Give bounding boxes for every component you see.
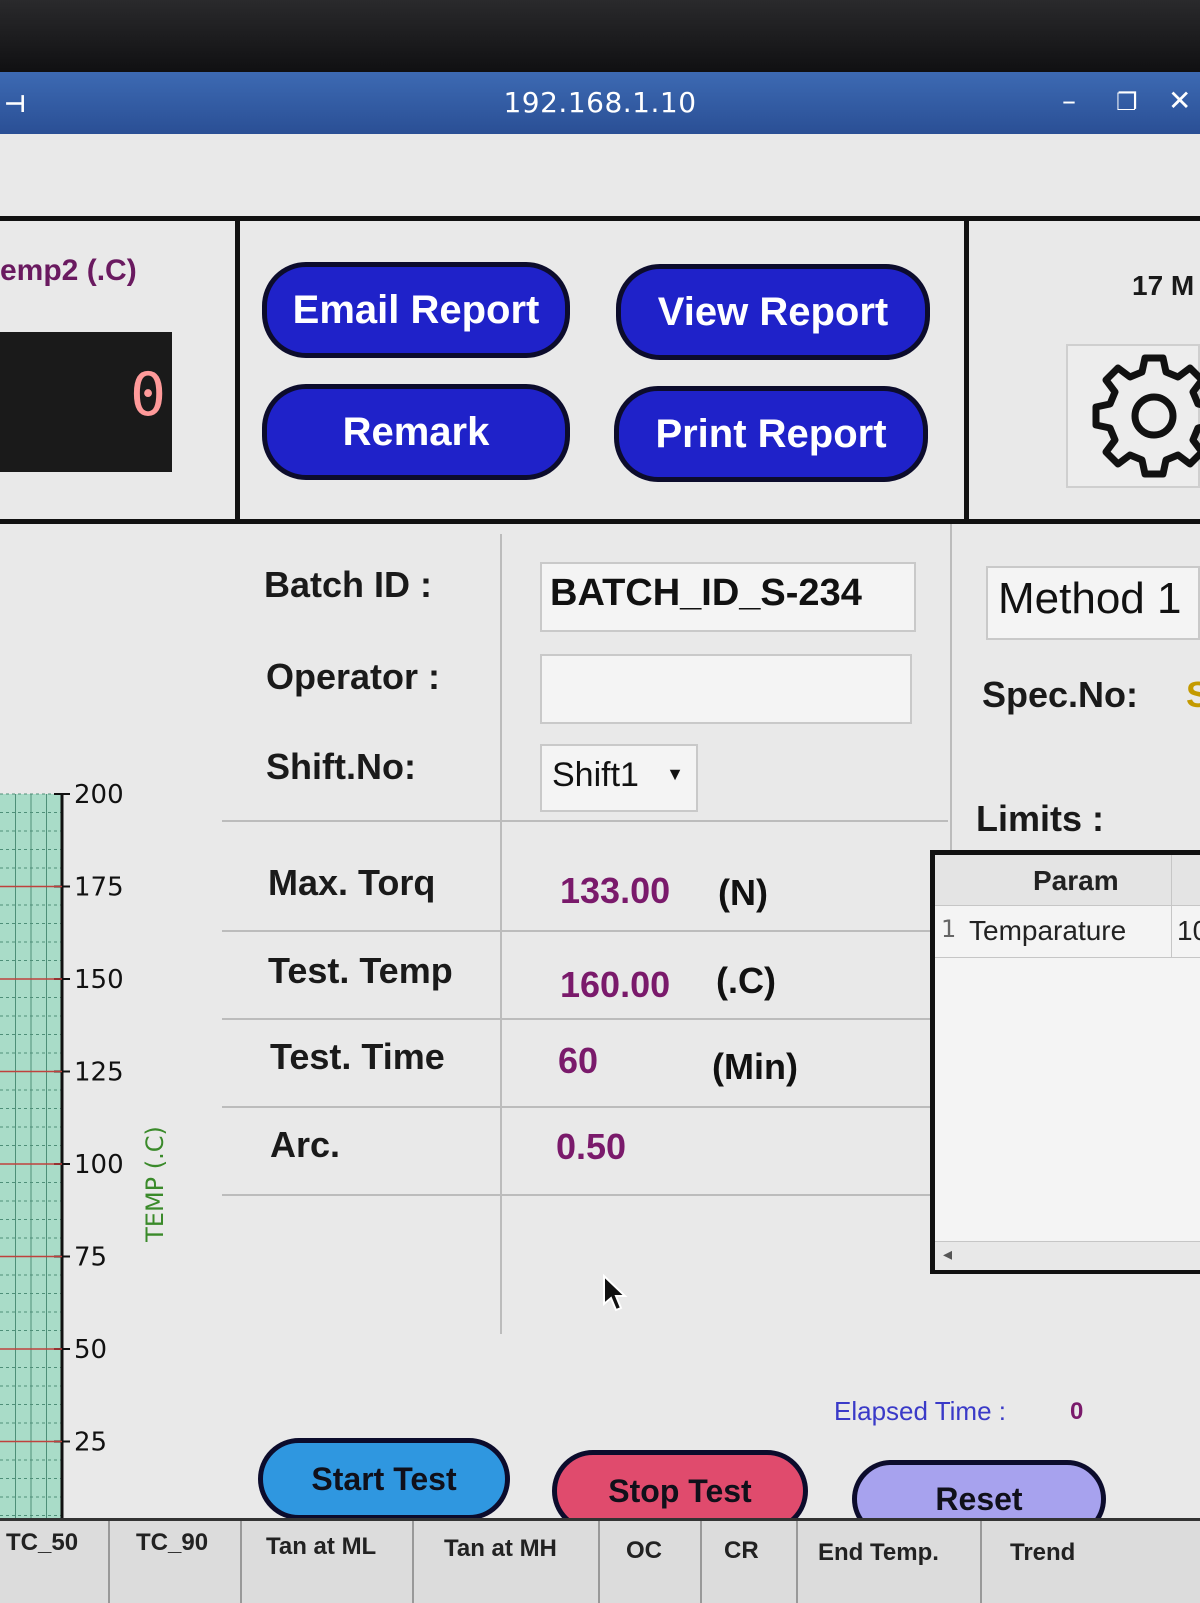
tab-separator [598, 1521, 600, 1603]
max-torq-value: 133.00 [560, 870, 671, 911]
monitor-bezel [0, 0, 1200, 72]
row-divider [222, 1018, 948, 1020]
test-temp-unit: (.C) [716, 960, 776, 1001]
email-report-button[interactable]: Email Report [262, 262, 570, 358]
test-temp-label: Test. Temp [268, 950, 453, 991]
y-tick-label: 175 [74, 873, 124, 903]
row-index: 1 [941, 915, 957, 943]
tab-tc-50[interactable]: TC_50 [6, 1529, 78, 1557]
horizontal-scrollbar[interactable]: ◂ [935, 1241, 1200, 1270]
temp2-label: emp2 (.C) [0, 254, 137, 287]
y-tick-label: 50 [74, 1335, 107, 1365]
print-report-button[interactable]: Print Report [614, 386, 928, 482]
method-select[interactable]: Method 1 [986, 566, 1200, 640]
restore-icon[interactable]: ❐ [1116, 88, 1138, 116]
scroll-left-icon[interactable]: ◂ [943, 1244, 952, 1265]
close-icon[interactable]: ✕ [1168, 84, 1191, 117]
tab-trend[interactable]: Trend [1010, 1539, 1075, 1567]
limits-table-header: Param [935, 855, 1200, 906]
right-panel-divider [964, 216, 969, 521]
tab-tc-90[interactable]: TC_90 [136, 1529, 208, 1557]
batch-id-input[interactable]: BATCH_ID_S-234 [540, 562, 916, 632]
table-row[interactable]: 1 Temparature 10 [935, 905, 1200, 958]
shift-select-value: Shift1 [552, 756, 639, 794]
column-divider [1171, 905, 1172, 957]
tab-tan-at-ml[interactable]: Tan at ML [266, 1533, 376, 1561]
mouse-cursor-icon [603, 1274, 628, 1312]
form-column-divider [500, 534, 502, 1334]
value-cell: 10 [1177, 915, 1200, 946]
max-torq-label: Max. Torq [268, 862, 436, 903]
tab-cr[interactable]: CR [724, 1537, 759, 1565]
tab-separator [700, 1521, 702, 1603]
tab-oc[interactable]: OC [626, 1537, 662, 1565]
tab-separator [412, 1521, 414, 1603]
operator-input[interactable] [540, 654, 912, 724]
test-temp-value: 160.00 [560, 964, 671, 1005]
tab-tan-at-mh[interactable]: Tan at MH [444, 1535, 557, 1563]
minimize-icon[interactable]: – [1062, 84, 1076, 117]
y-tick-label: 100 [74, 1150, 124, 1180]
temperature-chart: 0255075100125150175200300TEMP (.C) [0, 780, 169, 1574]
row-divider [222, 930, 948, 932]
spec-no-value: S [1186, 674, 1200, 715]
tab-separator [796, 1521, 798, 1603]
test-time-label: Test. Time [270, 1036, 445, 1077]
view-report-button[interactable]: View Report [616, 264, 930, 360]
arc-label: Arc. [270, 1124, 341, 1165]
shift-no-label: Shift.No: [266, 746, 416, 787]
y-tick-label: 125 [74, 1058, 124, 1088]
test-time-unit: (Min) [712, 1046, 798, 1087]
window-title: 192.168.1.10 [503, 86, 697, 119]
temp2-value: 0 [130, 360, 167, 430]
tab-separator [240, 1521, 242, 1603]
top-divider [0, 216, 1200, 221]
application-screen: emp2 (.C) 0 Email Report View Report Rem… [0, 134, 1200, 1600]
right-header-text: 17 M [1132, 270, 1195, 301]
y-tick-label: 75 [74, 1243, 107, 1273]
y-tick-label: 200 [74, 780, 124, 810]
header-bottom-divider [0, 519, 1200, 524]
row-divider [222, 820, 948, 822]
limits-label: Limits : [976, 798, 1105, 839]
gear-icon [1092, 354, 1200, 478]
batch-id-label: Batch ID : [264, 564, 433, 605]
limits-table[interactable]: Param 1 Temparature 10 ◂ [930, 850, 1200, 1274]
elapsed-time-label: Elapsed Time : [834, 1396, 1006, 1426]
result-tabs: TC_50 TC_90 Tan at ML Tan at MH OC CR En… [0, 1518, 1200, 1603]
shift-select[interactable]: Shift1 ▼ [540, 744, 698, 812]
settings-button[interactable] [1066, 344, 1200, 488]
temp2-display: 0 [0, 332, 172, 472]
max-torq-unit: (N) [718, 872, 768, 913]
y-tick-label: 25 [74, 1428, 107, 1458]
param-cell: Temparature [969, 915, 1127, 946]
operator-label: Operator : [266, 656, 441, 697]
elapsed-time-value: 0 [1070, 1398, 1084, 1425]
spec-no-label: Spec.No: [982, 674, 1139, 715]
tab-separator [980, 1521, 982, 1603]
row-divider [222, 1106, 948, 1108]
arc-value: 0.50 [556, 1126, 627, 1167]
row-divider [222, 1194, 948, 1196]
remark-button[interactable]: Remark [262, 384, 570, 480]
start-test-button[interactable]: Start Test [258, 1438, 510, 1520]
tab-separator [108, 1521, 110, 1603]
window-titlebar: ⊣ 192.168.1.10 – ❐ ✕ [0, 72, 1200, 134]
tab-end-temp[interactable]: End Temp. [818, 1539, 939, 1567]
param-column-header[interactable]: Param [1033, 865, 1119, 897]
y-tick-label: 150 [74, 965, 124, 995]
left-panel-divider [235, 216, 240, 521]
column-divider [1171, 855, 1172, 905]
test-time-value: 60 [558, 1040, 599, 1081]
y-axis-label: TEMP (.C) [141, 1126, 169, 1243]
chevron-down-icon: ▼ [666, 764, 684, 784]
